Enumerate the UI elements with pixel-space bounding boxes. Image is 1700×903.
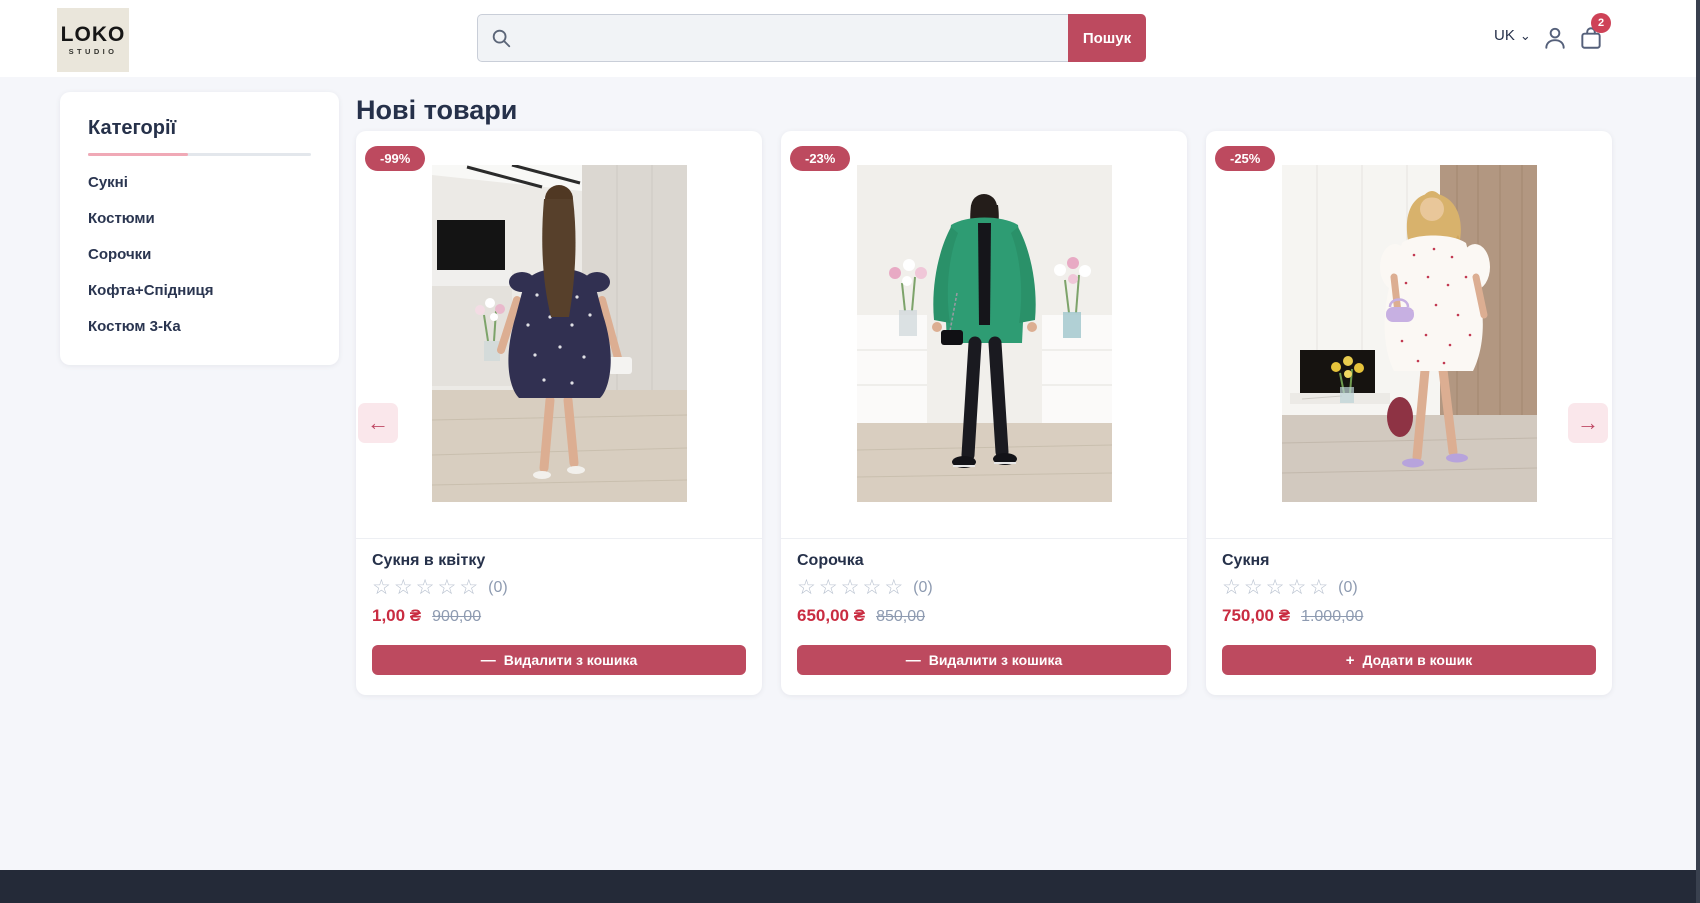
rating-count: (0) bbox=[913, 579, 933, 597]
sidebar-item-suit-3[interactable]: Костюм 3-Ка bbox=[88, 309, 311, 345]
search-bar: Пошук bbox=[477, 14, 1146, 62]
star-icon: ☆ bbox=[884, 577, 903, 599]
product-image[interactable] bbox=[356, 131, 762, 538]
price-row: 650,00 ₴ 850,00 bbox=[797, 606, 1171, 626]
carousel-next-button[interactable]: → bbox=[1568, 403, 1608, 443]
rating: ☆ ☆ ☆ ☆ ☆ (0) bbox=[372, 577, 746, 599]
user-icon bbox=[1542, 25, 1568, 51]
old-price: 900,00 bbox=[432, 608, 481, 626]
language-selector[interactable]: UK ⌄ bbox=[1494, 27, 1531, 44]
star-icon: ☆ bbox=[841, 577, 860, 599]
star-icon: ☆ bbox=[862, 577, 881, 599]
carousel-prev-button[interactable]: ← bbox=[358, 403, 398, 443]
old-price: 1.000,00 bbox=[1301, 608, 1363, 626]
logo[interactable]: LOKO STUDIO bbox=[57, 8, 129, 72]
rating-count: (0) bbox=[1338, 579, 1358, 597]
sidebar-item-dresses[interactable]: Сукні bbox=[88, 165, 311, 201]
discount-badge: -25% bbox=[1215, 146, 1275, 171]
star-icon: ☆ bbox=[797, 577, 816, 599]
sidebar-item-shirts[interactable]: Сорочки bbox=[88, 237, 311, 273]
rating-count: (0) bbox=[488, 579, 508, 597]
product-photo-navy-dress bbox=[432, 165, 687, 502]
logo-subtext: STUDIO bbox=[69, 48, 118, 56]
old-price: 850,00 bbox=[876, 608, 925, 626]
discount-badge: -23% bbox=[790, 146, 850, 171]
header: LOKO STUDIO Пошук UK ⌄ 2 bbox=[0, 0, 1700, 77]
product-title[interactable]: Сорочка bbox=[797, 552, 1171, 570]
arrow-right-icon: → bbox=[1577, 410, 1599, 436]
arrow-left-icon: ← bbox=[367, 410, 389, 436]
star-icon: ☆ bbox=[437, 577, 456, 599]
star-icon: ☆ bbox=[372, 577, 391, 599]
star-icon: ☆ bbox=[1244, 577, 1263, 599]
product-image[interactable] bbox=[1206, 131, 1612, 538]
star-icon: ☆ bbox=[416, 577, 435, 599]
scrollbar[interactable] bbox=[1696, 0, 1700, 903]
logo-text: LOKO bbox=[61, 24, 126, 45]
product-photo-green-shirt bbox=[857, 165, 1112, 502]
star-icon: ☆ bbox=[1287, 577, 1306, 599]
product-title[interactable]: Сукня bbox=[1222, 552, 1596, 570]
button-label: Додати в кошик bbox=[1363, 652, 1473, 668]
price-row: 1,00 ₴ 900,00 bbox=[372, 606, 746, 626]
add-to-cart-button[interactable]: + Додати в кошик bbox=[1222, 645, 1596, 675]
product-info: Сукня в квітку ☆ ☆ ☆ ☆ ☆ (0) 1,00 ₴ 900,… bbox=[356, 538, 762, 675]
current-price: 650,00 ₴ bbox=[797, 606, 865, 626]
price-row: 750,00 ₴ 1.000,00 bbox=[1222, 606, 1596, 626]
button-label: Видалити з кошика bbox=[929, 652, 1063, 668]
current-price: 750,00 ₴ bbox=[1222, 606, 1290, 626]
categories-divider bbox=[88, 153, 311, 156]
product-card: -25% Сукня ☆ ☆ ☆ ☆ ☆ (0) 750,00 ₴ 1.000,… bbox=[1206, 131, 1612, 695]
product-photo-white-dress bbox=[1282, 165, 1537, 502]
product-info: Сукня ☆ ☆ ☆ ☆ ☆ (0) 750,00 ₴ 1.000,00 + … bbox=[1206, 538, 1612, 675]
footer bbox=[0, 870, 1700, 903]
minus-icon: — bbox=[906, 652, 921, 669]
star-icon: ☆ bbox=[394, 577, 413, 599]
remove-from-cart-button[interactable]: — Видалити з кошика bbox=[797, 645, 1171, 675]
search-input[interactable] bbox=[477, 14, 1068, 62]
search-button[interactable]: Пошук bbox=[1068, 14, 1146, 62]
remove-from-cart-button[interactable]: — Видалити з кошика bbox=[372, 645, 746, 675]
star-icon: ☆ bbox=[1266, 577, 1285, 599]
sidebar-item-suits[interactable]: Костюми bbox=[88, 201, 311, 237]
cart-count-badge: 2 bbox=[1591, 13, 1611, 33]
categories-panel: Категорії Сукні Костюми Сорочки Кофта+Сп… bbox=[60, 92, 339, 365]
product-image[interactable] bbox=[781, 131, 1187, 538]
current-price: 1,00 ₴ bbox=[372, 606, 421, 626]
star-icon: ☆ bbox=[819, 577, 838, 599]
product-info: Сорочка ☆ ☆ ☆ ☆ ☆ (0) 650,00 ₴ 850,00 — … bbox=[781, 538, 1187, 675]
star-icon: ☆ bbox=[1309, 577, 1328, 599]
product-card: -23% Сорочка ☆ ☆ ☆ ☆ ☆ (0) 650,00 ₴ 850,… bbox=[781, 131, 1187, 695]
star-icon: ☆ bbox=[459, 577, 478, 599]
star-icon: ☆ bbox=[1222, 577, 1241, 599]
product-title[interactable]: Сукня в квітку bbox=[372, 552, 746, 570]
button-label: Видалити з кошика bbox=[504, 652, 638, 668]
product-card: -99% Сукня в квітку ☆ ☆ ☆ ☆ ☆ (0) 1,00 ₴… bbox=[356, 131, 762, 695]
account-button[interactable] bbox=[1542, 25, 1568, 53]
discount-badge: -99% bbox=[365, 146, 425, 171]
categories-list: Сукні Костюми Сорочки Кофта+Спідниця Кос… bbox=[88, 165, 311, 345]
page-title: Нові товари bbox=[356, 95, 517, 126]
plus-icon: + bbox=[1346, 652, 1355, 669]
minus-icon: — bbox=[481, 652, 496, 669]
categories-title: Категорії bbox=[88, 117, 311, 140]
language-label: UK bbox=[1494, 27, 1515, 44]
sidebar-item-top-skirt[interactable]: Кофта+Спідниця bbox=[88, 273, 311, 309]
chevron-down-icon: ⌄ bbox=[1520, 28, 1531, 44]
rating: ☆ ☆ ☆ ☆ ☆ (0) bbox=[797, 577, 1171, 599]
rating: ☆ ☆ ☆ ☆ ☆ (0) bbox=[1222, 577, 1596, 599]
